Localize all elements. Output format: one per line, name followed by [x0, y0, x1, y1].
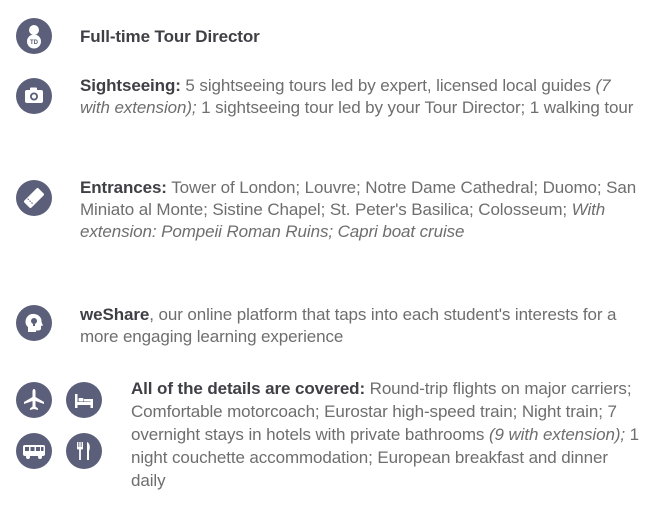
restaurant-icon	[66, 433, 102, 469]
head-lightbulb-icon	[16, 305, 52, 341]
ticket-icon	[16, 180, 52, 216]
item-text: , our online platform that taps into eac…	[80, 305, 617, 346]
item-weshare: weShare, our online platform that taps i…	[80, 304, 640, 348]
item-details-covered: All of the details are covered: Round-tr…	[131, 377, 641, 492]
item-sightseeing: Sightseeing: 5 sightseeing tours led by …	[80, 75, 640, 119]
td-badge-text: TD	[30, 40, 39, 46]
item-text: 1 sightseeing tour led by your Tour Dire…	[196, 98, 634, 117]
item-entrances: Entrances: Tower of London; Louvre; Notr…	[80, 177, 640, 243]
item-lead: weShare	[80, 305, 150, 324]
tour-director-icon: TD	[16, 18, 52, 54]
camera-icon	[16, 78, 52, 114]
item-text: 5 sightseeing tours led by expert, licen…	[180, 76, 596, 95]
airplane-icon	[16, 382, 52, 418]
item-tour-director: Full-time Tour Director	[80, 26, 640, 48]
bed-icon	[66, 382, 102, 418]
bus-icon	[16, 433, 52, 469]
inclusions-list: TD Full-time Tour Director Sightseeing: …	[0, 0, 654, 508]
item-lead: Full-time Tour Director	[80, 27, 260, 46]
item-lead: Entrances:	[80, 178, 167, 197]
item-lead: Sightseeing:	[80, 76, 181, 95]
item-italic: (9 with extension);	[488, 425, 626, 444]
item-lead: All of the details are covered:	[131, 379, 366, 398]
